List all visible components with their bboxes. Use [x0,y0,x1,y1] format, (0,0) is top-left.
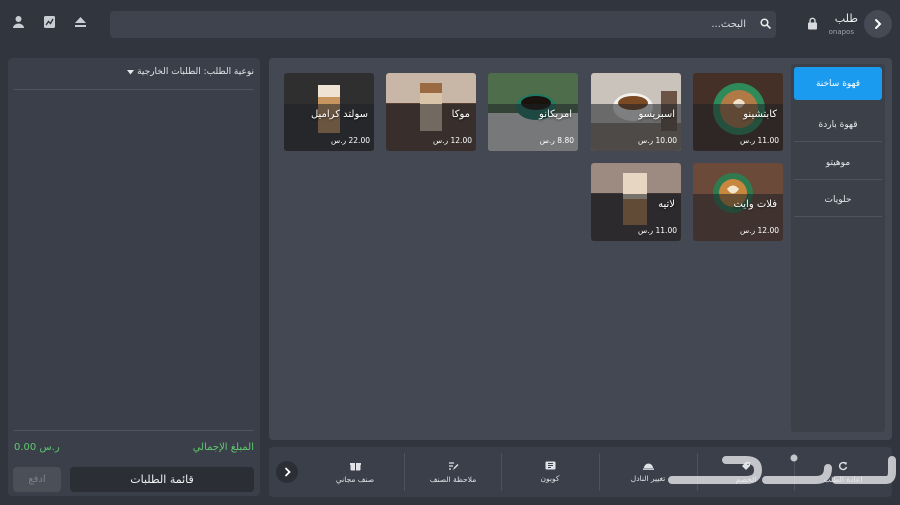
coupon-button[interactable]: كوبون [502,451,598,493]
lock-icon[interactable] [807,17,818,30]
product-card[interactable]: فلات وايت 12.00 ر.س [693,163,783,241]
product-name: سولتد كراميل [310,109,368,120]
divider [599,453,600,491]
product-card[interactable]: اسبريسو 10.00 ر.س [591,73,681,151]
product-catalog: قهوة ساخنة قهوة باردة موهيتو حلويات كابت… [269,58,892,440]
product-name: موكا [451,109,470,120]
product-price: 12.00 ر.س [432,136,472,145]
category-desserts[interactable]: حلويات [794,184,882,217]
eject-icon[interactable] [73,15,88,29]
pay-button[interactable]: ادفع [13,467,61,492]
product-card[interactable]: كابتشينو 11.00 ر.س [693,73,783,151]
search-icon [760,18,771,29]
haraj-watermark-logo [668,454,896,484]
product-price: 11.00 ر.س [739,136,779,145]
total-value: 0.00 ر.س [14,442,60,453]
orders-list-button[interactable]: قائمة الطلبات [70,467,254,492]
product-card[interactable]: سولتد كراميل 22.00 ر.س [284,73,374,151]
item-note-button[interactable]: ملاحظة الصنف [405,451,501,493]
product-name: كابتشينو [743,109,777,120]
product-name: لاتيه [658,199,675,210]
order-type-selector[interactable]: نوعية الطلب: الطلبات الخارجية [127,67,254,77]
action-label: ملاحظة الصنف [429,474,477,484]
search-box [110,11,776,38]
back-button[interactable] [864,10,892,38]
action-label: كوبون [540,474,560,483]
report-icon[interactable] [43,15,56,29]
product-price: 22.00 ر.س [330,136,370,145]
product-card[interactable]: امريكانو 8.80 ر.س [488,73,578,151]
page-title: طلب [834,12,858,25]
action-label: تغيير النادل [630,474,666,483]
category-cold-coffee[interactable]: قهوة باردة [794,109,882,142]
product-price: 10.00 ر.س [637,136,677,145]
gift-icon [349,462,361,471]
product-card[interactable]: موكا 12.00 ر.س [386,73,476,151]
product-name: فلات وايت [733,199,777,210]
action-label: صنف مجاني [335,474,375,484]
category-mojito[interactable]: موهيتو [794,147,882,180]
free-item-button[interactable]: صنف مجاني [307,451,403,493]
product-name: اسبريسو [638,109,675,120]
caret-down-icon [127,69,135,74]
category-hot-coffee[interactable]: قهوة ساخنة [794,67,882,100]
divider [14,89,254,90]
waiter-bell-icon [642,463,654,470]
product-name: امريكانو [539,109,572,120]
divider [14,430,254,431]
divider [501,453,502,491]
note-edit-icon [448,461,458,470]
order-panel: نوعية الطلب: الطلبات الخارجية المبلغ الإ… [8,58,260,496]
chevron-right-icon [284,467,291,477]
divider [404,453,405,491]
user-icon[interactable] [12,15,25,29]
product-price: 12.00 ر.س [739,226,779,235]
next-actions-button[interactable] [276,461,298,483]
brand-subtitle: onapos [828,28,854,36]
chevron-right-icon [875,19,882,29]
search-input[interactable] [110,11,750,38]
top-bar: طلب onapos [0,0,900,48]
product-price: 8.80 ر.س [539,136,574,145]
product-price: 11.00 ر.س [637,226,677,235]
category-list: قهوة ساخنة قهوة باردة موهيتو حلويات [791,64,885,432]
total-label: المبلغ الإجمالي [192,442,254,453]
coupon-icon [545,461,555,470]
order-type-label: نوعية الطلب: الطلبات الخارجية [137,67,254,77]
product-card[interactable]: لاتيه 11.00 ر.س [591,163,681,241]
